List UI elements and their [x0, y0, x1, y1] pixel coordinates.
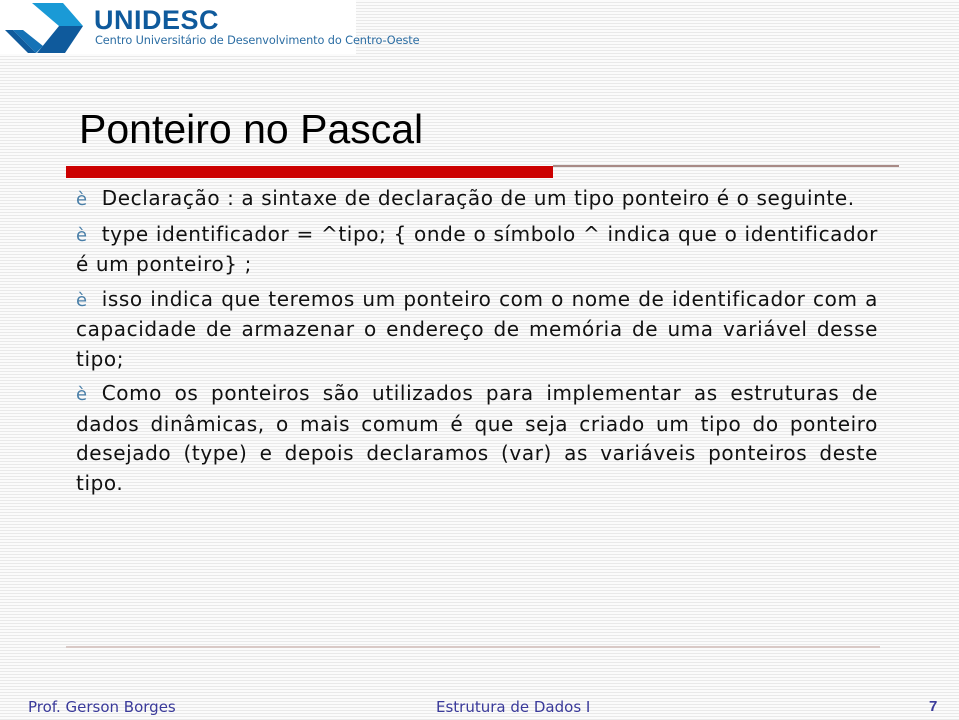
paragraph-text: Declaração : a sintaxe de declaração de …	[101, 186, 855, 210]
bullet-arrow-icon: è	[76, 189, 88, 210]
bullet-paragraph: è isso indica que teremos um ponteiro com…	[76, 285, 878, 375]
logo-name: UNIDESC	[94, 5, 220, 35]
page-number: 7	[929, 698, 938, 715]
unidesc-chevron-logo-icon	[5, 3, 83, 53]
bullet-paragraph: è Como os ponteiros são utilizados para i…	[76, 379, 878, 498]
slide-title: Ponteiro no Pascal	[79, 106, 424, 152]
bullet-arrow-icon: è	[76, 384, 88, 405]
footer-author: Prof. Gerson Borges	[28, 698, 176, 716]
paragraph-text: type identificador = ^tipo; { onde o sím…	[76, 221, 878, 277]
logo-subtitle: Centro Universitário de Desenvolvimento …	[95, 34, 420, 47]
title-underline-bar	[66, 166, 553, 178]
bullet-paragraph: è type identificador = ^tipo; { onde o sí…	[76, 220, 878, 280]
slide-content: è Declaração : a sintaxe de declaração de…	[76, 184, 878, 503]
bullet-arrow-icon: è	[76, 224, 88, 246]
paragraph-text: isso indica que teremos um ponteiro com …	[76, 286, 878, 371]
bullet-arrow-icon: è	[76, 289, 88, 311]
footer-course: Estrutura de Dados I	[436, 698, 591, 716]
footer-divider	[66, 646, 460, 648]
logo-area: UNIDESC Centro Universitário de Desenvol…	[0, 0, 420, 54]
bullet-paragraph: è Declaração : a sintaxe de declaração de…	[76, 184, 878, 215]
title-underline-line	[553, 165, 899, 167]
paragraph-text: Como os ponteiros são utilizados para im…	[76, 381, 878, 495]
footer-divider	[420, 646, 880, 648]
